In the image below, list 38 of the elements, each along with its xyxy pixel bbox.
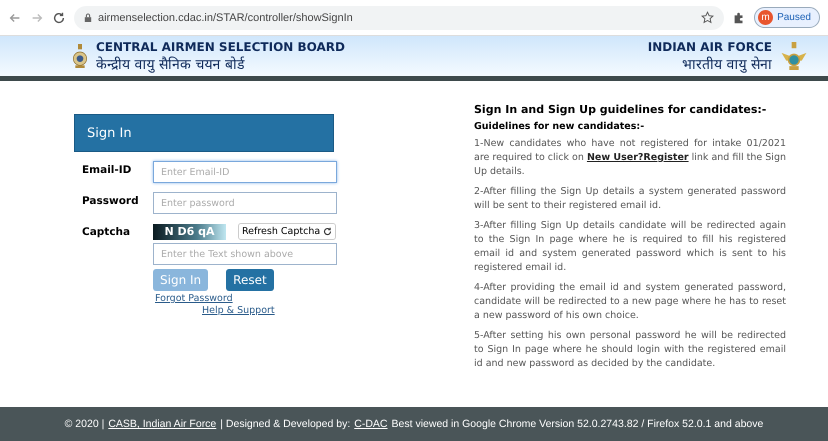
reset-button[interactable]: Reset (226, 269, 274, 291)
profile-avatar: m (758, 10, 774, 25)
url-text: airmenselection.cdac.in/STAR/controller/showSignIn (98, 12, 354, 24)
field-label: Password (82, 194, 140, 209)
captcha-input-field[interactable]: Enter the Text shown above (153, 243, 337, 265)
field-label: Captcha (82, 225, 132, 240)
refresh-icon (323, 227, 332, 236)
input-field[interactable]: Enter password (153, 192, 337, 214)
star-icon[interactable] (701, 11, 714, 24)
guideline-paragraph: 2-After filling the Sign Up details a system generated password will be sent to their registered email id. (474, 185, 786, 213)
reload-icon[interactable] (52, 10, 66, 24)
help-link[interactable]: Help & Support (202, 305, 404, 316)
footer-text: | Designed & Developed by: (220, 418, 350, 430)
air-force-title: INDIAN AIR FORCE (648, 40, 772, 54)
guidelines-heading: Sign In and Sign Up guidelines for candidates:- (474, 103, 768, 116)
profile-button[interactable]: m Paused (754, 7, 820, 28)
guideline-paragraph: 5-After setting his own personal password he will be redirected to Sign In page where he should login with the registered email id and new password as decided by the candidate. (474, 329, 786, 371)
board-title: CENTRAL AIRMEN SELECTION BOARD (96, 40, 346, 54)
guideline-paragraph: 1-New candidates who have not registered for intake 01/2021 are required to click on New User?Register link and fill the Sign Up details. (474, 137, 786, 179)
lock-icon (84, 12, 92, 22)
field-label: Email-ID (82, 163, 132, 178)
guideline-paragraph: 3-After filling Sign Up details candidate will be redirected again to the Sign In page where he is required to fill his registered email id and system generated password which is sent to his registered email id. (474, 219, 786, 275)
profile-status: Paused (777, 12, 811, 23)
footer-link[interactable]: C-DAC (354, 418, 388, 430)
footer-link[interactable]: CASB, Indian Air Force (108, 418, 216, 430)
address-bar[interactable]: airmenselection.cdac.in/STAR/controller/showSignIn (74, 6, 724, 30)
footer-text: © 2020 | (64, 418, 104, 430)
guideline-paragraph: 4-After providing the email id and system generated password, candidate will be redirected to a new page where he has to reset a new password of his own choice. (474, 281, 786, 323)
refresh-captcha-button[interactable]: Refresh Captcha (238, 223, 336, 240)
forgot-password-link[interactable]: Forgot Password (155, 293, 404, 304)
board-title-hindi: केन्द्रीय वायु सैनिक चयन बोर्ड (96, 56, 246, 72)
captcha-image: N D6 qA (153, 224, 226, 240)
air-force-title-hindi: भारतीय वायु सेना (682, 56, 772, 72)
input-field[interactable]: Enter Email-ID (153, 161, 337, 183)
panel-title: Sign In (87, 126, 132, 140)
footer-text: Best viewed in Google Chrome Version 52.0.2743.82 / Firefox 52.0.1 and above (392, 418, 764, 430)
guidelines-subheading: Guidelines for new candidates:- (474, 121, 646, 132)
register-link[interactable]: New User?Register (586, 152, 689, 163)
